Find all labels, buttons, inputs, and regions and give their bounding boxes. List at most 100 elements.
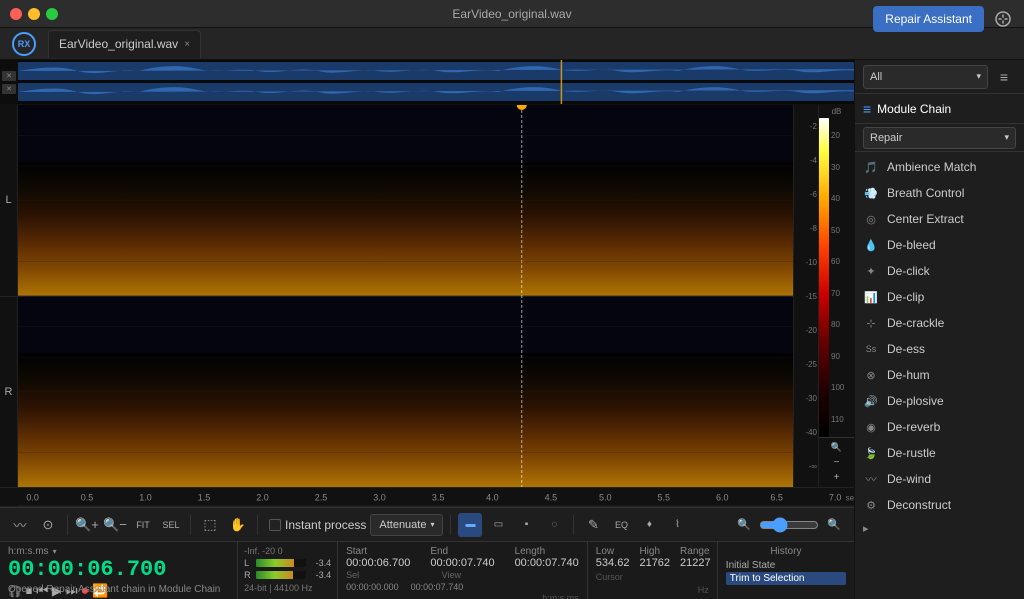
attenuate-dropdown[interactable]: Attenuate ▾ xyxy=(370,514,443,536)
end-label: End xyxy=(430,546,494,557)
time-unit-label: h:m:s.ms xyxy=(346,593,579,599)
de-bleed-icon: 💧 xyxy=(863,237,879,253)
playback-time: 00:00:06.700 xyxy=(8,559,229,581)
module-name-de-wind: De-wind xyxy=(887,472,1016,486)
de-rustle-icon: 🍃 xyxy=(863,445,879,461)
hand-tool-button[interactable]: ✋ xyxy=(226,513,250,537)
rect-select-button[interactable]: ▪ xyxy=(514,513,538,537)
module-item-de-crackle[interactable]: ⊹ De-crackle xyxy=(855,310,1024,336)
de-plosive-icon: 🔊 xyxy=(863,393,879,409)
maximize-button[interactable] xyxy=(46,8,58,20)
overview-ctrl-x1[interactable]: ✕ xyxy=(2,71,16,81)
repair-assistant-button[interactable]: Repair Assistant xyxy=(873,6,984,32)
view-start-value: 00:00:00.000 xyxy=(346,582,399,592)
freq-row-1: Low 534.62 High 21762 Range 21227 xyxy=(596,546,709,569)
zoom-out-h-button[interactable]: 🔍− xyxy=(103,513,127,537)
module-item-breath-control[interactable]: 💨 Breath Control xyxy=(855,180,1024,206)
svg-text:5.5: 5.5 xyxy=(658,493,671,503)
module-item-de-rustle[interactable]: 🍃 De-rustle xyxy=(855,440,1024,466)
instant-process-group: Instant process xyxy=(269,518,366,532)
module-item-de-plosive[interactable]: 🔊 De-plosive xyxy=(855,388,1024,414)
module-item-de-reverb[interactable]: ◉ De-reverb xyxy=(855,414,1024,440)
lasso-select-button[interactable]: ◌ xyxy=(542,513,566,537)
time-select-button[interactable]: ▬ xyxy=(458,513,482,537)
low-col: Low 534.62 xyxy=(596,546,630,569)
zoom-in-h-button[interactable]: 🔍+ xyxy=(75,513,99,537)
spectrogram-display[interactable] xyxy=(18,105,793,487)
app-logo: RX xyxy=(8,28,40,60)
level-L-row: L -3.4 xyxy=(244,558,331,568)
filter-dropdown[interactable]: All ▾ xyxy=(863,65,988,89)
select-tool-button[interactable]: ⬚ xyxy=(198,513,222,537)
module-list-expand-button[interactable]: ▸ xyxy=(855,518,1024,539)
pencil-tool-button[interactable]: ✎ xyxy=(581,513,605,537)
zoom-in-v-button[interactable]: + xyxy=(834,472,840,483)
zoom-slider-group: 🔍 🔍 xyxy=(732,513,846,537)
range-value: 21227 xyxy=(680,557,711,569)
module-item-ambience-match[interactable]: 🎵 Ambience Match xyxy=(855,154,1024,180)
waveform-tool-button[interactable]: 〰 xyxy=(8,513,32,537)
close-button[interactable] xyxy=(10,8,22,20)
repair-dropdown[interactable]: Repair ▾ xyxy=(863,127,1016,149)
scrub-tool-button[interactable]: ⊙ xyxy=(36,513,60,537)
module-item-de-ess[interactable]: Ss De-ess xyxy=(855,336,1024,362)
toolbar: 〰 ⊙ 🔍+ 🔍− FIT SEL ⬚ ✋ Instant process xyxy=(0,507,854,541)
length-label: Length xyxy=(515,546,579,557)
start-col: Start 00:00:06.700 xyxy=(346,546,410,569)
active-tab[interactable]: EarVideo_original.wav × xyxy=(48,30,201,58)
freq-info: Low 534.62 High 21762 Range 21227 xyxy=(587,542,717,599)
module-item-de-wind[interactable]: 〰 De-wind xyxy=(855,466,1024,492)
vertical-zoom-icon[interactable]: 🔍 xyxy=(831,442,842,453)
zoom-slider[interactable] xyxy=(759,517,819,533)
range-col: Range 21227 xyxy=(680,546,711,569)
history-item-trim[interactable]: Trim to Selection xyxy=(726,572,846,585)
overview-section[interactable]: ✕ ✕ xyxy=(0,60,854,105)
module-name-de-click: De-click xyxy=(887,264,1016,278)
zoom-selection-button[interactable]: SEL xyxy=(159,513,183,537)
panel-menu-button[interactable]: ≡ xyxy=(992,65,1016,89)
module-item-de-hum[interactable]: ⊗ De-hum xyxy=(855,362,1024,388)
overview-waveform[interactable] xyxy=(18,60,854,104)
fade-tool-button[interactable]: ⌇ xyxy=(665,513,689,537)
svg-text:0.0: 0.0 xyxy=(26,493,39,503)
length-value: 00:00:07.740 xyxy=(515,557,579,569)
panel-settings-icon[interactable] xyxy=(990,6,1016,32)
level-R-row: R -3.4 xyxy=(244,570,331,580)
minimize-button[interactable] xyxy=(28,8,40,20)
module-name-ambience-match: Ambience Match xyxy=(887,160,1016,174)
module-item-de-clip[interactable]: 📊 De-clip xyxy=(855,284,1024,310)
deconstruct-icon: ⚙ xyxy=(863,497,879,513)
spectrogram-section[interactable]: L R xyxy=(0,105,854,487)
high-value: 21762 xyxy=(639,557,670,569)
zoom-decrease-button[interactable]: 🔍 xyxy=(732,513,756,537)
history-item-initial[interactable]: Initial State xyxy=(726,559,846,572)
high-col: High 21762 xyxy=(639,546,670,569)
marker-tool-button[interactable]: ♦ xyxy=(637,513,661,537)
module-item-de-click[interactable]: ✦ De-click xyxy=(855,258,1024,284)
module-item-deconstruct[interactable]: ⚙ Deconstruct xyxy=(855,492,1024,518)
freq-unit-label: Hz xyxy=(596,585,709,595)
overview-ctrl-x2[interactable]: ✕ xyxy=(2,84,16,94)
zoom-out-v-button[interactable]: − xyxy=(834,457,840,468)
svg-text:7.0: 7.0 xyxy=(829,493,842,503)
time-format-dropdown-icon[interactable]: ▾ xyxy=(53,547,57,556)
secondary-time-row: 00:00:00.000 00:00:07.740 xyxy=(346,582,579,592)
module-item-de-bleed[interactable]: 💧 De-bleed xyxy=(855,232,1024,258)
traffic-lights xyxy=(10,8,58,20)
toolbar-sep-5 xyxy=(573,515,574,535)
zoom-fit-button[interactable]: FIT xyxy=(131,513,155,537)
status-message: Opened Repair Assistant chain in Module … xyxy=(8,584,220,595)
de-click-icon: ✦ xyxy=(863,263,879,279)
svg-text:0.5: 0.5 xyxy=(81,493,94,503)
module-name-de-bleed: De-bleed xyxy=(887,238,1016,252)
module-chain-title: Module Chain xyxy=(877,102,951,116)
module-item-center-extract[interactable]: ◎ Center Extract xyxy=(855,206,1024,232)
freq-select-button[interactable]: ▭ xyxy=(486,513,510,537)
instant-process-checkbox[interactable] xyxy=(269,519,281,531)
tab-close-button[interactable]: × xyxy=(184,39,190,50)
end-col: End 00:00:07.740 xyxy=(430,546,494,569)
view-length-value: 00:00:07.740 xyxy=(411,582,464,592)
module-name-de-rustle: De-rustle xyxy=(887,446,1016,460)
zoom-increase-button[interactable]: 🔍 xyxy=(822,513,846,537)
eq-tool-button[interactable]: EQ xyxy=(609,513,633,537)
